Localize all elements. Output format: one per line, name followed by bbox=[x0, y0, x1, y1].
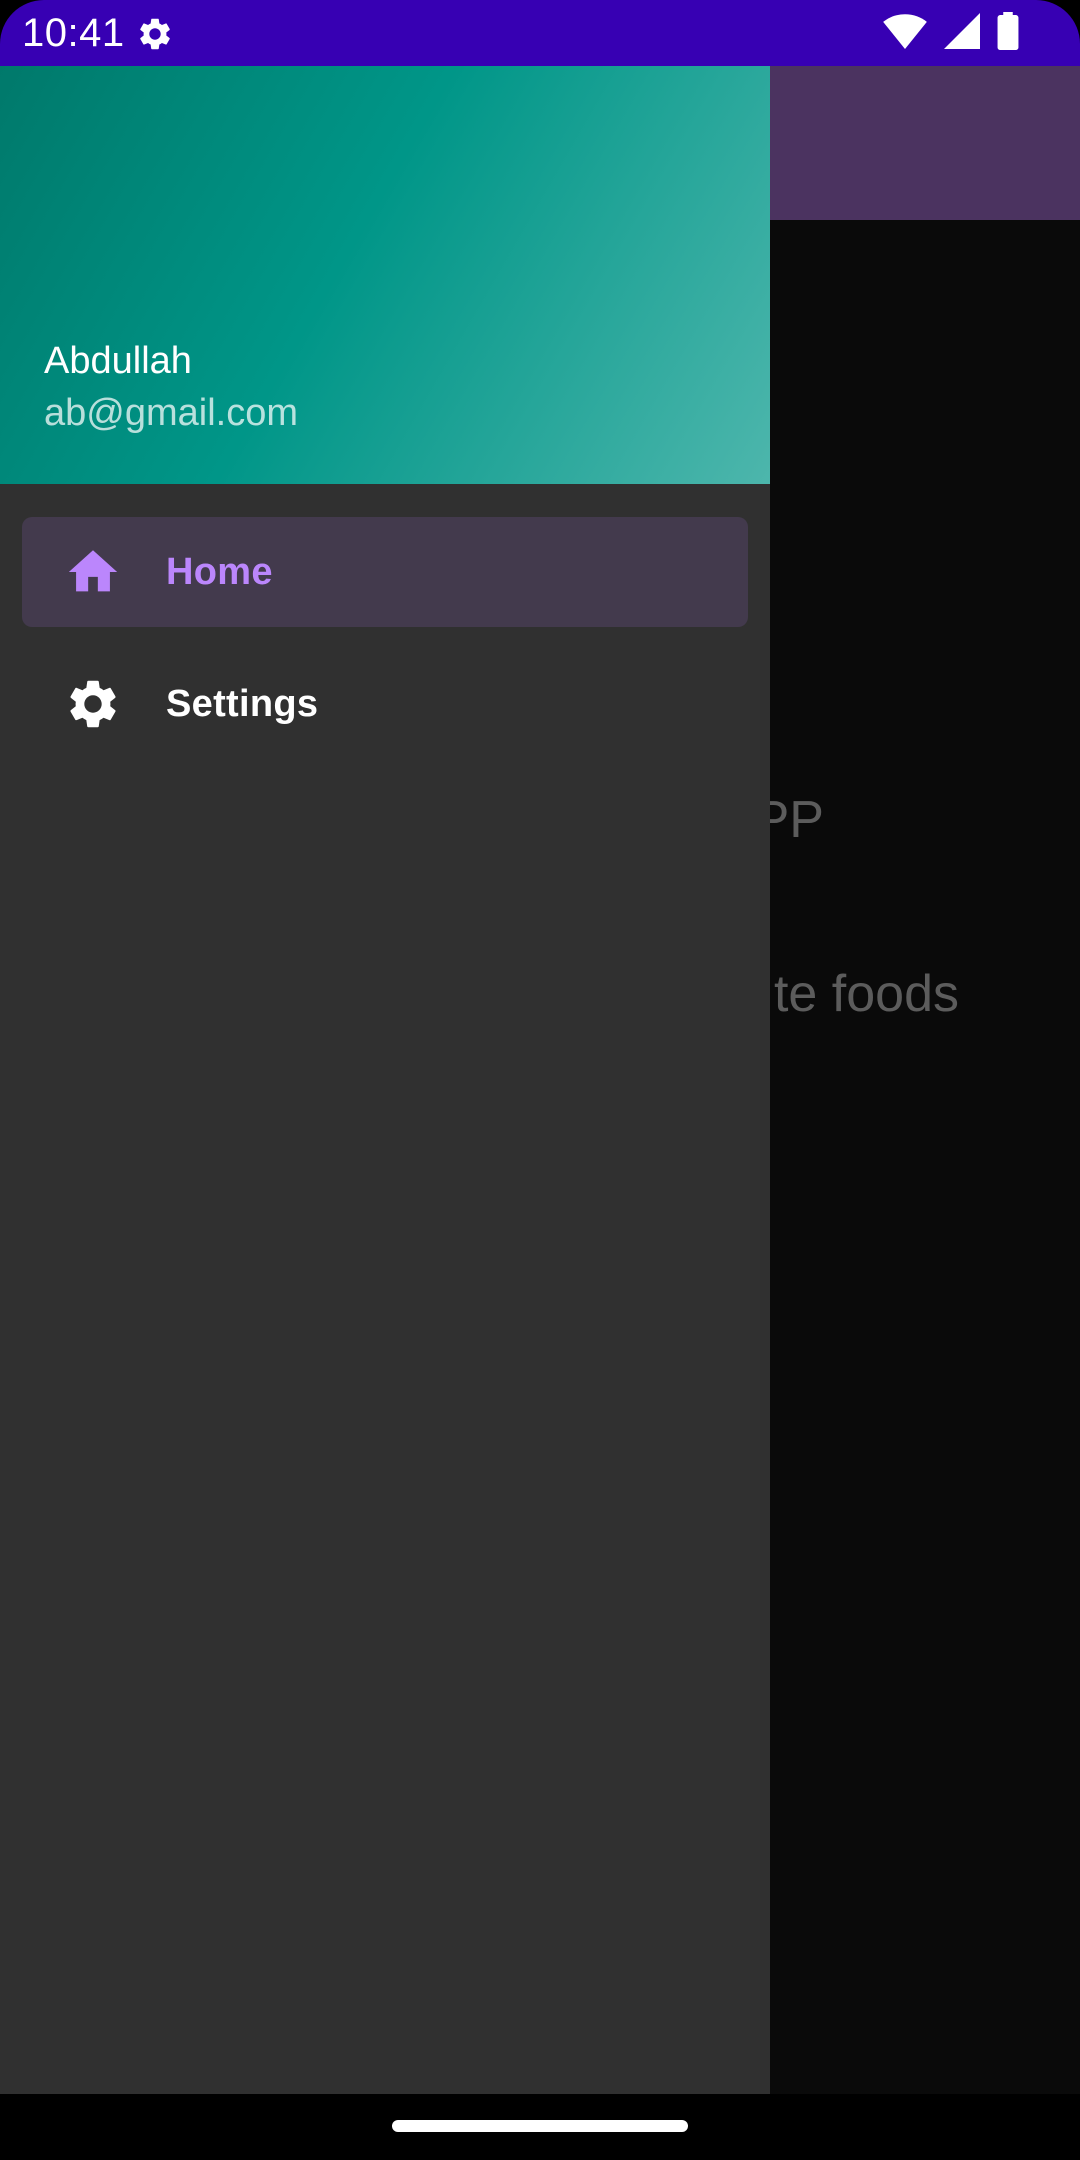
cellular-signal-icon bbox=[944, 13, 980, 49]
user-email: ab@gmail.com bbox=[44, 392, 298, 434]
settings-icon bbox=[70, 680, 116, 728]
status-bar: 10:41 bbox=[0, 0, 1080, 66]
battery-icon bbox=[997, 12, 1019, 50]
drawer-menu: Home Settings bbox=[0, 484, 770, 759]
drawer-item-home-label: Home bbox=[166, 550, 273, 593]
drawer-item-settings-label: Settings bbox=[166, 682, 319, 725]
home-icon bbox=[68, 550, 118, 592]
drawer-header: Abdullah ab@gmail.com bbox=[0, 66, 770, 484]
app-subtitle: te foods bbox=[773, 965, 959, 1023]
user-name: Abdullah bbox=[44, 340, 192, 382]
home-gesture-handle[interactable] bbox=[392, 2120, 688, 2132]
wifi-icon bbox=[883, 14, 927, 50]
navigation-drawer: Abdullah ab@gmail.com Home Settings bbox=[0, 66, 770, 2094]
drawer-item-home[interactable]: Home bbox=[22, 517, 748, 627]
settings-gear-icon bbox=[140, 18, 170, 50]
drawer-item-settings[interactable]: Settings bbox=[22, 649, 748, 759]
system-navigation-bar bbox=[0, 2094, 1080, 2160]
device-screen: 10:41 PP te foods Abdullah ab@gmail.com bbox=[0, 0, 1080, 2160]
status-time: 10:41 bbox=[22, 11, 125, 55]
status-icons bbox=[882, 12, 1020, 50]
